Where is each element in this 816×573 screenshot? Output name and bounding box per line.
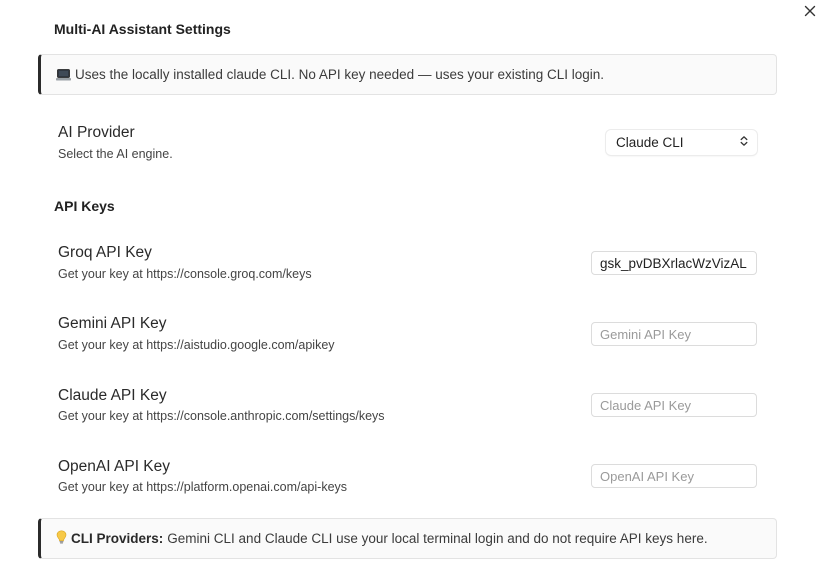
groq-key-input[interactable] [591, 251, 757, 275]
lightbulb-icon [56, 530, 67, 547]
provider-selected-value: Claude CLI [616, 135, 684, 150]
gemini-key-label: Gemini API Key [58, 315, 167, 332]
provider-label: AI Provider [58, 124, 135, 141]
api-keys-heading: API Keys [54, 198, 115, 214]
close-icon[interactable] [804, 5, 816, 21]
provider-description: Select the AI engine. [58, 147, 173, 161]
gemini-key-description: Get your key at https://aistudio.google.… [58, 338, 335, 352]
laptop-icon [56, 68, 71, 81]
chevron-updown-icon [740, 135, 748, 150]
groq-key-description: Get your key at https://console.groq.com… [58, 267, 312, 281]
gemini-key-input[interactable] [591, 322, 757, 346]
info-callout: Uses the locally installed claude CLI. N… [38, 54, 777, 95]
cli-providers-text: Gemini CLI and Claude CLI use your local… [167, 531, 708, 546]
info-callout-text: Uses the locally installed claude CLI. N… [75, 67, 605, 82]
cli-providers-callout: CLI Providers: Gemini CLI and Claude CLI… [38, 518, 777, 559]
openai-key-input[interactable] [591, 464, 757, 488]
cli-providers-label: CLI Providers: [71, 531, 164, 546]
provider-select[interactable]: Claude CLI [606, 130, 757, 155]
settings-dialog: Multi-AI Assistant Settings Uses the loc… [0, 0, 816, 573]
dialog-title: Multi-AI Assistant Settings [54, 21, 231, 37]
openai-key-label: OpenAI API Key [58, 458, 171, 475]
claude-key-input[interactable] [591, 393, 757, 417]
groq-key-label: Groq API Key [58, 244, 152, 261]
claude-key-label: Claude API Key [58, 387, 167, 404]
claude-key-description: Get your key at https://console.anthropi… [58, 409, 385, 423]
openai-key-description: Get your key at https://platform.openai.… [58, 480, 348, 494]
